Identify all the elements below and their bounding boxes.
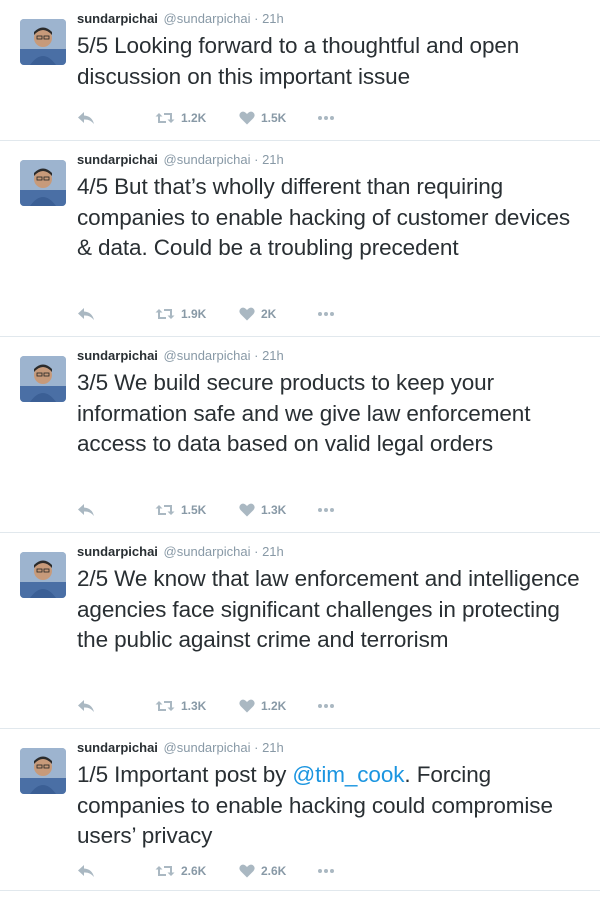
- timestamp[interactable]: 21h: [262, 152, 284, 167]
- like-count: 1.3K: [261, 503, 287, 517]
- timestamp[interactable]: 21h: [262, 740, 284, 755]
- like-button[interactable]: 2.6K: [239, 861, 286, 881]
- timestamp[interactable]: 21h: [262, 544, 284, 559]
- heart-icon: [239, 111, 255, 125]
- separator: ·: [254, 152, 259, 167]
- heart-icon: [239, 307, 255, 321]
- tweet-actions: 1.5K 1.3K: [0, 500, 600, 520]
- tweet-actions: 1.2K 1.5K: [0, 108, 600, 128]
- retweet-icon: [155, 307, 175, 321]
- separator: ·: [254, 11, 259, 26]
- retweet-count: 1.2K: [181, 111, 207, 125]
- heart-icon: [239, 699, 255, 713]
- more-button[interactable]: [317, 108, 335, 128]
- tweet[interactable]: sundarpichai @sundarpichai · 21h 2/5 We …: [0, 532, 600, 728]
- like-count: 2K: [261, 307, 277, 321]
- tweet-header: sundarpichai @sundarpichai · 21h: [77, 152, 284, 168]
- like-count: 1.5K: [261, 111, 287, 125]
- tweet[interactable]: sundarpichai @sundarpichai · 21h 4/5 But…: [0, 140, 600, 336]
- avatar[interactable]: [20, 19, 66, 65]
- retweet-button[interactable]: 1.9K: [155, 304, 206, 324]
- reply-icon: [77, 307, 95, 321]
- more-icon: [317, 868, 335, 874]
- retweet-count: 2.6K: [181, 864, 207, 878]
- author-handle[interactable]: @sundarpichai: [164, 544, 251, 559]
- author-name[interactable]: sundarpichai: [77, 11, 158, 26]
- tweet-actions: 2.6K 2.6K: [0, 861, 600, 881]
- tweet[interactable]: sundarpichai @sundarpichai · 21h 5/5 Loo…: [0, 0, 600, 140]
- timestamp[interactable]: 21h: [262, 11, 284, 26]
- more-button[interactable]: [317, 861, 335, 881]
- like-button[interactable]: 1.2K: [239, 696, 286, 716]
- separator: ·: [254, 740, 259, 755]
- tweet-text: 4/5 But that’s wholly different than req…: [77, 174, 571, 260]
- reply-icon: [77, 503, 95, 517]
- avatar[interactable]: [20, 748, 66, 794]
- reply-icon: [77, 699, 95, 713]
- retweet-button[interactable]: 1.5K: [155, 500, 206, 520]
- author-name[interactable]: sundarpichai: [77, 348, 158, 363]
- more-icon: [317, 703, 335, 709]
- tweet-text: 1/5 Important post by @tim_cook. Forcing…: [77, 760, 587, 852]
- separator: ·: [254, 348, 259, 363]
- avatar[interactable]: [20, 160, 66, 206]
- reply-icon: [77, 111, 95, 125]
- retweet-count: 1.5K: [181, 503, 207, 517]
- retweet-button[interactable]: 1.2K: [155, 108, 206, 128]
- author-handle[interactable]: @sundarpichai: [164, 152, 251, 167]
- tweet-header: sundarpichai @sundarpichai · 21h: [77, 11, 284, 27]
- reply-button[interactable]: [77, 696, 95, 716]
- tweet-text: 2/5 We know that law enforcement and int…: [77, 566, 580, 652]
- author-name[interactable]: sundarpichai: [77, 544, 158, 559]
- more-icon: [317, 507, 335, 513]
- reply-button[interactable]: [77, 304, 95, 324]
- reply-button[interactable]: [77, 108, 95, 128]
- avatar[interactable]: [20, 356, 66, 402]
- like-button[interactable]: 2K: [239, 304, 276, 324]
- author-handle[interactable]: @sundarpichai: [164, 740, 251, 755]
- heart-icon: [239, 864, 255, 878]
- tweet-text: 3/5 We build secure products to keep you…: [77, 370, 531, 456]
- mention-link[interactable]: @tim_cook: [292, 762, 404, 787]
- more-icon: [317, 311, 335, 317]
- like-button[interactable]: 1.5K: [239, 108, 286, 128]
- tweet-actions: 1.9K 2K: [0, 304, 600, 324]
- tweet-text: 5/5 Looking forward to a thoughtful and …: [77, 33, 520, 89]
- retweet-icon: [155, 503, 175, 517]
- tweet-text-start: 1/5 Important post by: [77, 762, 293, 787]
- tweet-timeline: sundarpichai @sundarpichai · 21h 5/5 Loo…: [0, 0, 600, 902]
- tweet-header: sundarpichai @sundarpichai · 21h: [77, 544, 284, 560]
- retweet-count: 1.3K: [181, 699, 207, 713]
- retweet-count: 1.9K: [181, 307, 207, 321]
- more-button[interactable]: [317, 304, 335, 324]
- retweet-icon: [155, 699, 175, 713]
- more-button[interactable]: [317, 500, 335, 520]
- divider: [0, 890, 600, 891]
- reply-icon: [77, 864, 95, 878]
- author-name[interactable]: sundarpichai: [77, 740, 158, 755]
- retweet-button[interactable]: 1.3K: [155, 696, 206, 716]
- retweet-icon: [155, 111, 175, 125]
- reply-button[interactable]: [77, 861, 95, 881]
- like-button[interactable]: 1.3K: [239, 500, 286, 520]
- reply-button[interactable]: [77, 500, 95, 520]
- timestamp[interactable]: 21h: [262, 348, 284, 363]
- author-name[interactable]: sundarpichai: [77, 152, 158, 167]
- tweet[interactable]: sundarpichai @sundarpichai · 21h 3/5 We …: [0, 336, 600, 532]
- like-count: 2.6K: [261, 864, 287, 878]
- tweet-header: sundarpichai @sundarpichai · 21h: [77, 348, 284, 364]
- tweet-header: sundarpichai @sundarpichai · 21h: [77, 740, 284, 756]
- separator: ·: [254, 544, 259, 559]
- author-handle[interactable]: @sundarpichai: [164, 11, 251, 26]
- like-count: 1.2K: [261, 699, 287, 713]
- more-button[interactable]: [317, 696, 335, 716]
- author-handle[interactable]: @sundarpichai: [164, 348, 251, 363]
- retweet-button[interactable]: 2.6K: [155, 861, 206, 881]
- tweet-actions: 1.3K 1.2K: [0, 696, 600, 716]
- more-icon: [317, 115, 335, 121]
- heart-icon: [239, 503, 255, 517]
- avatar[interactable]: [20, 552, 66, 598]
- tweet[interactable]: sundarpichai @sundarpichai · 21h 1/5 Imp…: [0, 728, 600, 890]
- retweet-icon: [155, 864, 175, 878]
